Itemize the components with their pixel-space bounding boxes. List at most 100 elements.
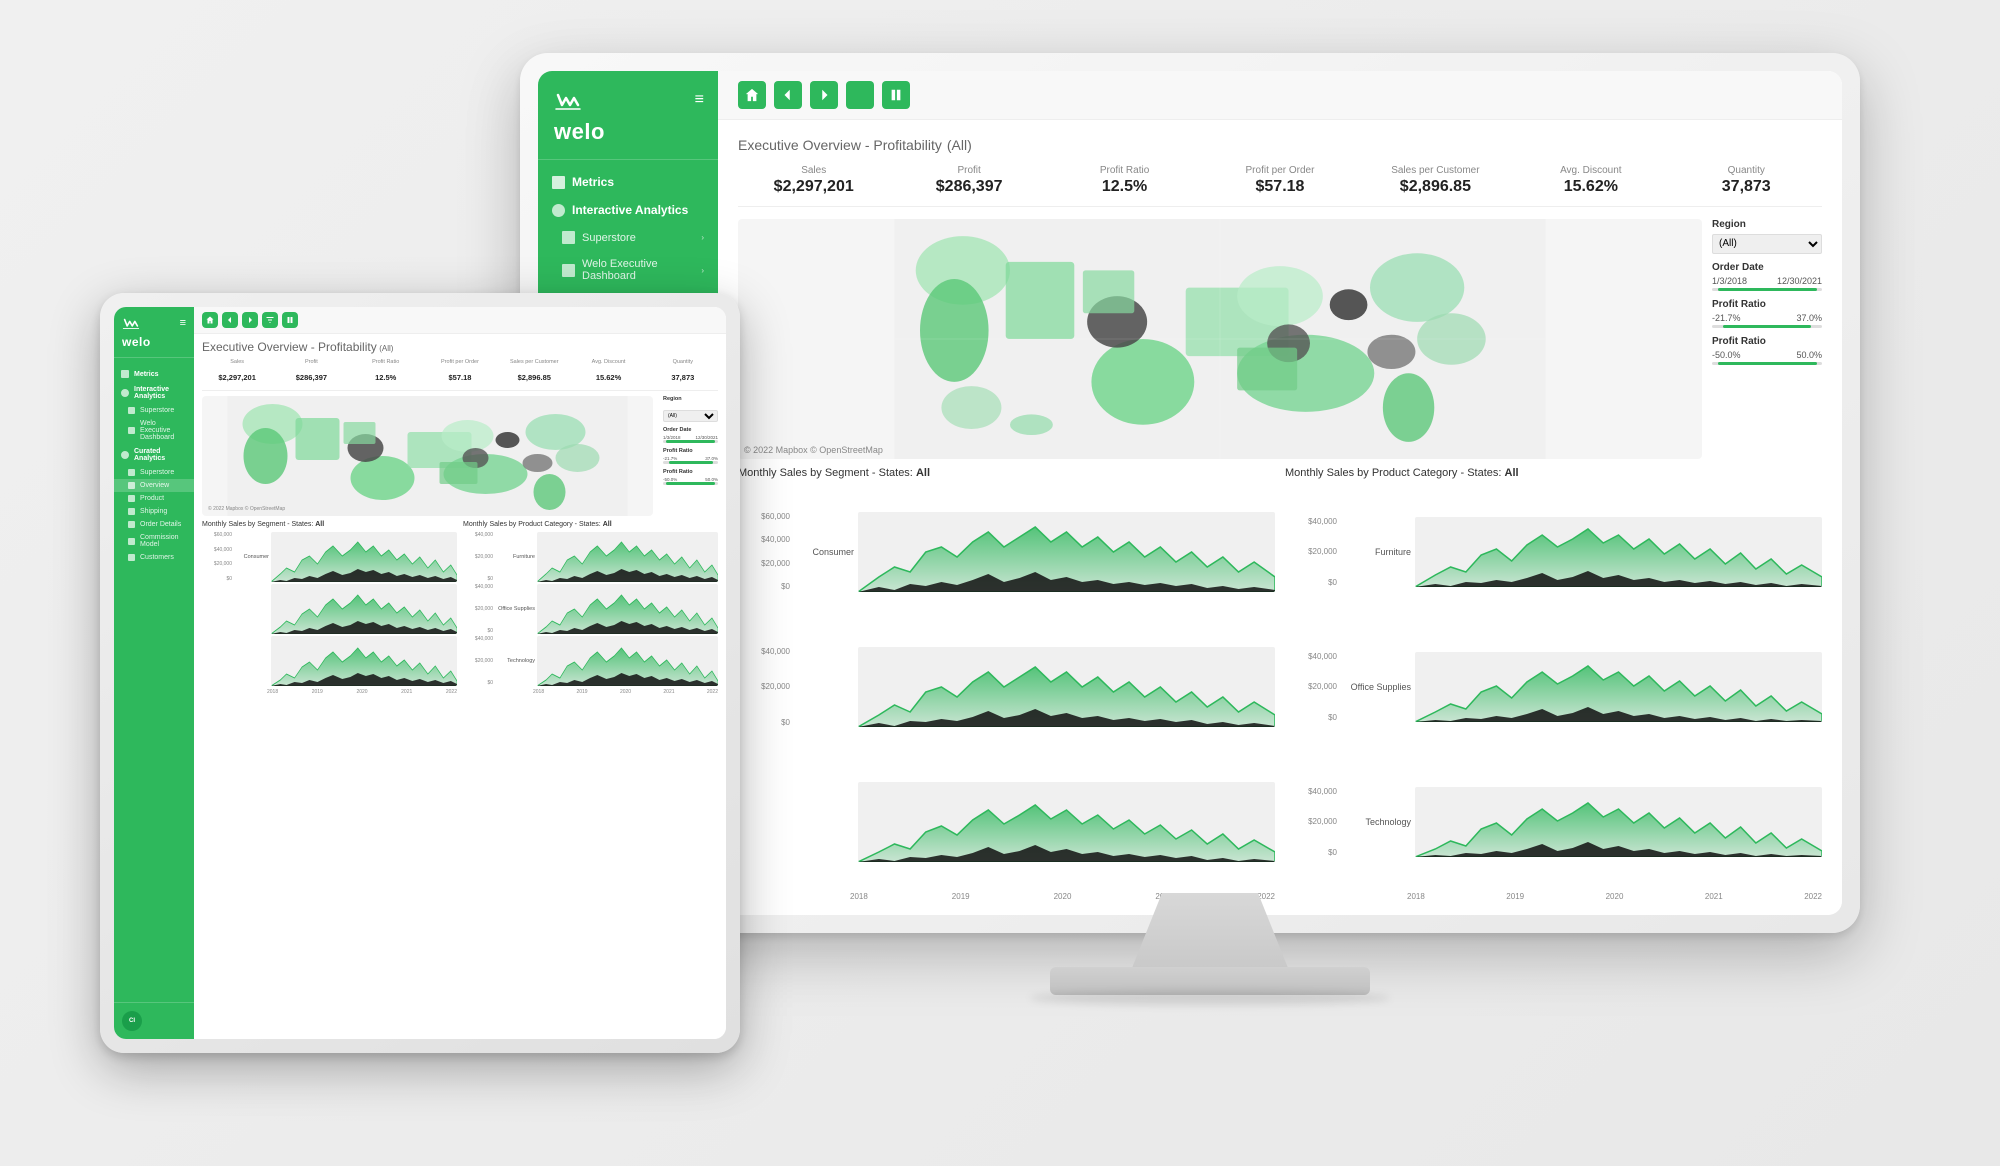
tablet-sidebar-curated[interactable]: Curated Analytics [114,444,194,466]
tablet-kpi-quantity: Quantity 37,873 [648,359,718,385]
tablet-technology-row: $40,000 $20,000 $0 Technology [463,636,718,686]
sidebar-item-interactive-analytics[interactable]: Interactive Analytics [538,196,718,224]
map-copyright: © 2022 Mapbox © OpenStreetMap [744,445,883,455]
tablet-sidebar-customers[interactable]: Customers [114,551,194,564]
product-chart-title: Monthly Sales by Product Category - Stat… [1285,467,1822,479]
tablet-product-title: Monthly Sales by Product Category - Stat… [463,521,718,528]
tablet-sidebar-metrics[interactable]: Metrics [114,366,194,382]
tablet-sidebar-logo: welo ≡ [114,307,194,358]
profit-ratio-fill-2 [1718,362,1817,365]
profit-ratio-bar-1[interactable] [1712,325,1822,328]
tablet-row3 [202,636,457,686]
filter-profit-ratio-1: Profit Ratio -21.7% 37.0% [1712,299,1822,328]
kpi-profit-per-order: Profit per Order $57.18 [1204,165,1355,196]
tablet-customers-icon [128,554,135,561]
segment-chart: $60,000 $40,000 $20,000 $0 Consumer [738,485,1275,901]
profit-ratio-range-1: -21.7% 37.0% [1712,313,1822,323]
tablet-region-select[interactable]: (All) [663,410,718,422]
tablet-sidebar-commission[interactable]: Commission Model [114,531,194,551]
sidebar-item-metrics[interactable]: Metrics [538,168,718,196]
sidebar-item-welo-executive[interactable]: Welo Executive Dashboard › [538,251,718,289]
tablet-sidebar-interactive[interactable]: Interactive Analytics [114,382,194,404]
filter-order-date: Order Date 1/3/2018 12/30/2021 [1712,262,1822,291]
tablet-map-svg [202,396,653,516]
tablet-kpi-profit-per-order: Profit per Order $57.18 [425,359,495,385]
tablet-hamburger-icon[interactable]: ≡ [180,317,186,329]
tablet-shipping-icon [128,508,135,515]
tablet-interactive-icon [121,389,129,397]
map-and-filters: © 2022 Mapbox © OpenStreetMap Region (Al… [738,219,1822,459]
product-x-axis: 2018 2019 2020 2021 2022 [1285,890,1822,901]
tablet-content-area: Executive Overview - Profitability (All)… [194,334,726,1039]
segment-chart-panel: Monthly Sales by Segment - States: All $ [738,467,1275,901]
tablet-sidebar-superstore[interactable]: Superstore [114,404,194,417]
tablet-toolbar-pause[interactable] [282,312,298,328]
toolbar-back-button[interactable] [774,81,802,109]
tablet-toolbar-filter[interactable] [262,312,278,328]
tablet-curated-icon [121,451,129,459]
tablet-superstore2-icon [128,469,135,476]
tablet-segment-xaxis: 20182019202020212022 [202,688,457,695]
tablet-sidebar-product[interactable]: Product [114,492,194,505]
tablet-sidebar-welo[interactable]: Welo Executive Dashboard [114,417,194,444]
tablet-superstore-icon [128,407,135,414]
tablet-kpi-profit-ratio: Profit Ratio 12.5% [351,359,421,385]
tablet-sidebar-superstore2[interactable]: Superstore [114,466,194,479]
tablet-date-bar[interactable] [663,440,718,443]
kpi-profit-ratio: Profit Ratio 12.5% [1049,165,1200,196]
tablet-sidebar: welo ≡ Metrics Interactive Analytics [114,307,194,1039]
toolbar-pause-button[interactable] [882,81,910,109]
segment-row-3 [738,755,1275,888]
order-date-bar[interactable] [1712,288,1822,291]
tablet-order-details-icon [128,521,135,528]
region-select[interactable]: (All) [1712,234,1822,254]
tablet-row2 [202,584,457,634]
profit-ratio-fill-1 [1723,325,1811,328]
tablet-map-filters: © 2022 Mapbox © OpenStreetMap Region (Al… [202,396,718,516]
tablet-sidebar-overview[interactable]: Overview [114,479,194,492]
toolbar-filter-button[interactable] [846,81,874,109]
segment-chart-area: $60,000 $40,000 $20,000 $0 Consumer [738,485,1275,901]
charts-row: Monthly Sales by Segment - States: All $ [738,467,1822,901]
order-date-fill [1718,288,1817,291]
toolbar-home-button[interactable] [738,81,766,109]
product-chart: $40,000 $20,000 $0 Furniture [1285,485,1822,901]
ci-badge: CI [122,1011,142,1031]
segment-chart-3 [858,782,1275,862]
tablet-office-row: $40,000 $20,000 $0 Office Supplies [463,584,718,634]
tablet-sidebar-order-details[interactable]: Order Details [114,518,194,531]
tablet-segment-charts: $60,000 $40,000 $20,000 $0 Consumer [202,532,457,695]
tablet-sidebar-footer: CI [114,1002,194,1039]
tablet-filter-date: Order Date 1/3/2018 12/30/2021 [663,427,718,443]
tablet-sidebar-shipping[interactable]: Shipping [114,505,194,518]
tablet-commission-icon [128,538,135,545]
tablet-segment-panel: Monthly Sales by Segment - States: All $… [202,521,457,1033]
tablet-kpi-profit: Profit $286,397 [276,359,346,385]
nav-arrow-2: › [701,266,704,275]
map-container: © 2022 Mapbox © OpenStreetMap [738,219,1702,459]
tablet-kpi-row: Sales $2,297,201 Profit $286,397 Profit … [202,359,718,391]
tablet-toolbar-home[interactable] [202,312,218,328]
profit-ratio-bar-2[interactable] [1712,362,1822,365]
product-label-furniture: Furniture [1341,547,1411,557]
tablet-toolbar-forward[interactable] [242,312,258,328]
sidebar-item-superstore[interactable]: Superstore › [538,224,718,251]
tablet-logo-icon [122,317,140,333]
hamburger-icon[interactable]: ≡ [695,91,704,109]
tablet-product-xaxis: 20182019202020212022 [463,688,718,695]
kpi-sales: Sales $2,297,201 [738,165,889,196]
filter-profit-ratio-2: Profit Ratio -50.0% 50.0% [1712,336,1822,365]
scene: welo ≡ Metrics Interactive Analytics [100,53,1900,1113]
segment-chart-2 [858,647,1275,727]
tablet-profit-bar-2[interactable] [663,482,718,485]
segment-label-consumer: Consumer [794,547,854,557]
tablet-kpi-discount: Avg. Discount 15.62% [573,359,643,385]
tablet: welo ≡ Metrics Interactive Analytics [100,293,760,1073]
tablet-main-content: Executive Overview - Profitability (All)… [194,307,726,1039]
product-row-furniture: $40,000 $20,000 $0 Furniture [1285,485,1822,618]
product-row-office: $40,000 $20,000 $0 Office Supplies [1285,620,1822,753]
tablet-toolbar-back[interactable] [222,312,238,328]
tablet-profit-bar-1[interactable] [663,461,718,464]
tablet-filter-region: Region (All) [663,396,718,422]
toolbar-forward-button[interactable] [810,81,838,109]
